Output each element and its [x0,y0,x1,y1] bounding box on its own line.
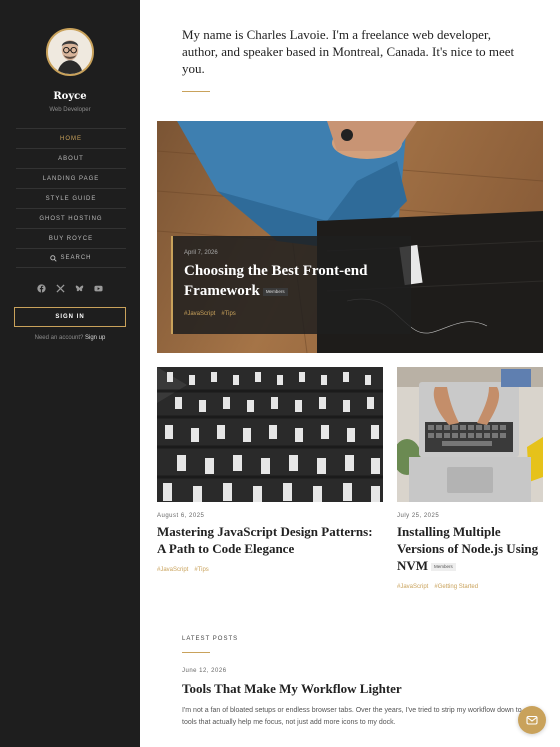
divider [182,91,210,92]
latest-post-title[interactable]: Tools That Make My Workflow Lighter [182,681,402,697]
latest-post-excerpt: I'm not a fan of bloated setups or endle… [182,707,522,727]
nav-item-label: ABOUT [58,155,84,162]
members-badge: Members [431,562,456,571]
sidebar-nav: HOME ABOUT LANDING PAGE STYLE GUIDE GHOS… [16,128,126,268]
account-prompt: Need an account? Sign up [0,335,140,341]
post-card-date: August 6, 2025 [157,513,205,519]
nav-item-style-guide[interactable]: STYLE GUIDE [16,188,126,208]
latest-post-date: June 12, 2026 [182,668,227,674]
post-card-title-text[interactable]: Installing Multiple Versions of Node.js … [397,524,538,573]
bluesky-icon[interactable] [75,284,84,293]
sign-in-button[interactable]: SIGN IN [14,307,126,327]
avatar[interactable] [46,28,94,76]
youtube-icon[interactable] [94,284,103,293]
post-card-title[interactable]: Installing Multiple Versions of Node.js … [397,524,547,575]
nav-item-home[interactable]: HOME [16,128,126,148]
nav-item-label: HOME [60,135,82,142]
tag-link[interactable]: #Tips [194,567,208,573]
site-role: Web Developer [49,107,91,113]
latest-posts-heading: LATEST POSTS [182,636,239,642]
featured-post-tags: #JavaScript #Tips [184,311,236,317]
account-prompt-text: Need an account? [34,335,84,341]
nav-item-label: GHOST HOSTING [39,215,103,222]
post-card-date: July 25, 2025 [397,513,440,519]
post-card-title[interactable]: Mastering JavaScript Design Patterns: A … [157,524,383,558]
featured-post-title[interactable]: Choosing the Best Front-end Framework Mem… [184,261,404,302]
post-card-image[interactable] [157,367,383,502]
tag-link[interactable]: #JavaScript [157,567,188,573]
post-card-tags: #JavaScript #Tips [157,567,209,573]
account-icon [526,715,538,725]
nav-item-label: SEARCH [60,255,92,261]
tag-link[interactable]: #JavaScript [397,584,428,590]
portal-trigger-button[interactable] [518,706,546,734]
nav-item-label: LANDING PAGE [42,175,100,182]
search-icon [50,254,58,262]
facebook-icon[interactable] [37,284,46,293]
nav-item-ghost-hosting[interactable]: GHOST HOSTING [16,208,126,228]
featured-post-date: April 7, 2026 [184,250,218,256]
post-card-tags: #JavaScript #Getting Started [397,584,478,590]
nav-item-label: BUY ROYCE [48,235,94,242]
site-name[interactable]: Royce [0,91,140,102]
tag-link[interactable]: #JavaScript [184,311,215,317]
intro-text: My name is Charles Lavoie. I'm a freelan… [182,27,515,76]
nav-item-search[interactable]: SEARCH [16,248,126,268]
nav-item-label: STYLE GUIDE [45,195,97,202]
nav-item-landing-page[interactable]: LANDING PAGE [16,168,126,188]
members-badge: Members [262,287,288,296]
x-icon[interactable] [56,284,65,293]
social-links [0,284,140,293]
nav-item-buy-royce[interactable]: BUY ROYCE [16,228,126,248]
tag-link[interactable]: #Getting Started [434,584,478,590]
tag-link[interactable]: #Tips [221,311,235,317]
sign-up-link[interactable]: Sign up [85,335,105,341]
post-card-image[interactable] [397,367,543,502]
divider [182,652,210,653]
sidebar: Royce Web Developer HOME ABOUT LANDING P… [0,0,140,747]
nav-item-about[interactable]: ABOUT [16,148,126,168]
